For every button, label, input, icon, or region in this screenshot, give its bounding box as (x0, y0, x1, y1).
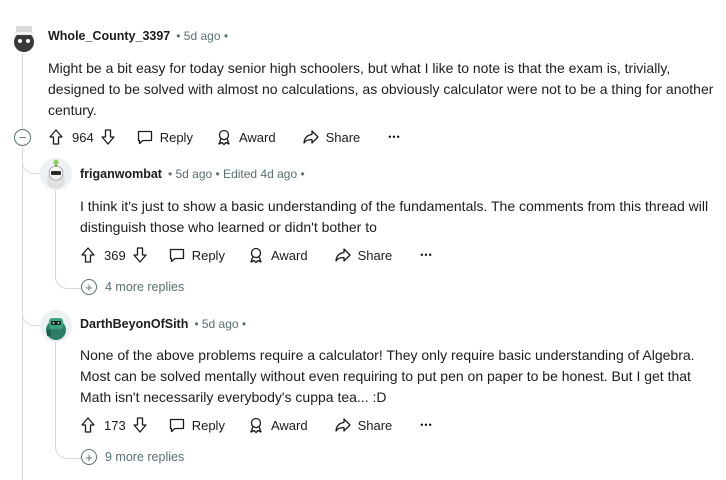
thread-connector (22, 300, 41, 326)
reply-icon (137, 130, 152, 145)
comment-body: I think it's just to show a basic unders… (80, 198, 709, 235)
downvote-button[interactable] (100, 128, 116, 146)
reply-button[interactable]: Reply (136, 128, 193, 146)
vote-count: 173 (104, 417, 126, 433)
upvote-icon (81, 247, 95, 263)
vote-count: 964 (72, 129, 94, 145)
collapse-icon: − (18, 130, 27, 145)
reply-icon (169, 418, 184, 433)
thread-connector (55, 440, 82, 459)
reply-button[interactable]: Reply (168, 416, 225, 434)
more-options-button[interactable]: ••• (420, 420, 432, 430)
share-button[interactable]: Share (334, 416, 393, 434)
share-label: Share (357, 417, 393, 433)
upvote-button[interactable] (80, 246, 96, 264)
comment-body: None of the above problems require a cal… (80, 347, 695, 405)
avatar-image (46, 318, 66, 340)
share-button[interactable]: Share (302, 128, 361, 146)
award-icon (250, 247, 262, 264)
downvote-button[interactable] (132, 416, 148, 434)
award-label: Award (270, 247, 308, 263)
comment-author[interactable]: Whole_County_3397 (48, 29, 170, 43)
comment-meta: • 5d ago • Edited 4d ago • (167, 167, 305, 181)
thread-line[interactable] (55, 342, 56, 450)
collapse-button[interactable]: − (14, 129, 31, 146)
avatar[interactable] (40, 158, 72, 190)
award-label: Award (238, 129, 276, 145)
more-options-button[interactable]: ••• (388, 132, 400, 142)
downvote-icon (133, 417, 147, 433)
reply-label: Reply (159, 129, 193, 145)
more-replies-label: 4 more replies (105, 280, 185, 294)
reply-button[interactable]: Reply (168, 246, 225, 264)
share-label: Share (325, 129, 361, 145)
comment-author[interactable]: friganwombat (80, 167, 162, 181)
vote-count: 369 (104, 247, 126, 263)
comment-meta: • 5d ago • (176, 29, 229, 43)
more-options-button[interactable]: ••• (420, 250, 432, 260)
thread-line[interactable] (22, 52, 23, 130)
award-button[interactable]: Award (215, 128, 276, 146)
upvote-button[interactable] (48, 128, 64, 146)
expand-icon: + (85, 279, 93, 295)
share-icon (334, 418, 351, 432)
share-icon (334, 248, 351, 262)
more-replies-link[interactable]: + 9 more replies (81, 449, 184, 465)
thread-connector (55, 270, 82, 289)
more-replies-label: 9 more replies (105, 450, 185, 464)
downvote-button[interactable] (132, 246, 148, 264)
thread-line[interactable] (55, 190, 56, 280)
share-icon (302, 130, 319, 144)
upvote-icon (81, 417, 95, 433)
more-replies-link[interactable]: + 4 more replies (81, 279, 184, 295)
award-label: Award (270, 417, 308, 433)
avatar-image (47, 159, 65, 189)
upvote-icon (49, 129, 63, 145)
comment-author[interactable]: DarthBeyonOfSith (80, 317, 188, 331)
share-button[interactable]: Share (334, 246, 393, 264)
thread-connector (22, 148, 41, 174)
expand-icon: + (85, 449, 93, 465)
reply-label: Reply (191, 417, 225, 433)
award-button[interactable]: Award (247, 416, 308, 434)
downvote-icon (133, 247, 147, 263)
share-label: Share (357, 247, 393, 263)
avatar[interactable] (40, 310, 72, 342)
comment-body: Might be a bit easy for today senior hig… (48, 60, 714, 118)
reply-icon (169, 248, 184, 263)
downvote-icon (101, 129, 115, 145)
avatar[interactable] (8, 22, 40, 54)
upvote-button[interactable] (80, 416, 96, 434)
reply-label: Reply (191, 247, 225, 263)
award-button[interactable]: Award (247, 246, 308, 264)
award-icon (218, 129, 230, 146)
award-icon (250, 417, 262, 434)
avatar-image (14, 26, 34, 52)
comment-meta: • 5d ago • (194, 317, 247, 331)
